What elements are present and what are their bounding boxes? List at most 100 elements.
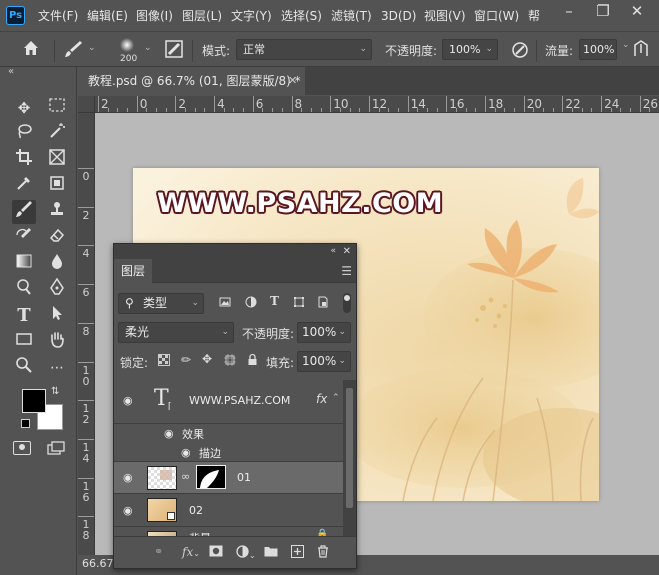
filter-toggle[interactable]: [343, 293, 351, 313]
menu-filter[interactable]: 滤镜(T): [331, 7, 372, 25]
path-selection-icon[interactable]: [45, 304, 69, 328]
zoom-readout[interactable]: 66.67: [82, 557, 114, 570]
mode-select[interactable]: 正常 ⌄: [236, 39, 372, 60]
layer-name[interactable]: WWW.PSAHZ.COM: [189, 394, 290, 407]
more-tools-icon[interactable]: ⋯: [45, 356, 69, 380]
adjustment-layer-icon[interactable]: ⌄: [236, 545, 256, 561]
menu-layer[interactable]: 图层(L): [182, 7, 222, 25]
layer-row-02[interactable]: ◉ 02: [114, 494, 343, 527]
close-icon[interactable]: ✕: [622, 0, 652, 24]
minimize-icon[interactable]: –: [554, 0, 584, 24]
opacity-field[interactable]: 100% ⌄: [442, 39, 498, 60]
object-selection-icon[interactable]: [45, 174, 69, 198]
move-tool-icon[interactable]: ✥: [12, 96, 36, 120]
blend-mode-select[interactable]: 柔光 ⌄: [118, 322, 234, 343]
new-group-icon[interactable]: [264, 545, 278, 560]
vertical-ruler[interactable]: 024681 01 21 41 61 82 0: [78, 113, 95, 555]
menu-help[interactable]: 帮: [528, 7, 540, 25]
home-icon[interactable]: [22, 39, 40, 60]
layer-filter-select[interactable]: ⚲ 类型 ⌄: [118, 293, 204, 314]
restore-icon[interactable]: ❐: [588, 0, 618, 24]
lock-transparent-icon[interactable]: [158, 354, 170, 369]
close-panel-icon[interactable]: ✕: [343, 244, 351, 259]
layer-name[interactable]: 02: [189, 504, 203, 517]
layer-list-scrollbar[interactable]: [343, 380, 356, 536]
visibility-eye-icon[interactable]: ◉: [123, 471, 133, 484]
history-brush-icon[interactable]: [12, 226, 36, 250]
lock-position-icon[interactable]: ✥: [202, 352, 212, 366]
layer-opacity-field[interactable]: 100% ⌄: [297, 322, 351, 343]
airbrush-icon[interactable]: [631, 39, 651, 62]
filter-pixel-icon[interactable]: [219, 296, 231, 311]
menu-select[interactable]: 选择(S): [281, 7, 322, 25]
dodge-tool-icon[interactable]: [12, 278, 36, 302]
eyedropper-tool-icon[interactable]: [12, 174, 36, 198]
collapse-toolbar-icon[interactable]: «: [8, 66, 14, 77]
menu-3d[interactable]: 3D(D): [381, 7, 416, 25]
lasso-tool-icon[interactable]: [12, 122, 36, 146]
layer-list[interactable]: ◉ T ⌈ WWW.PSAHZ.COM fx ⌃ ◉ 效果 ◉ 描边 ◉ ∞ 0…: [114, 380, 343, 536]
foreground-color-swatch[interactable]: [22, 389, 46, 413]
document-tab[interactable]: 教程.psd @ 66.7% (01, 图层蒙版/8) * ✕: [78, 67, 305, 95]
layers-panel[interactable]: « ✕ 图层 ☰ ⚲ 类型 ⌄ T 柔光 ⌄ 不透明度: 100% ⌄ 锁定: ✏ ✥: [113, 243, 357, 569]
collapse-panel-icon[interactable]: «: [330, 244, 336, 259]
layer-row-text[interactable]: ◉ T ⌈ WWW.PSAHZ.COM fx ⌃: [114, 380, 343, 424]
clone-stamp-icon[interactable]: [45, 200, 69, 224]
chevron-up-icon[interactable]: ⌃: [332, 393, 340, 403]
brush-settings-icon[interactable]: [164, 39, 184, 62]
fill-field[interactable]: 100% ⌄: [297, 351, 351, 372]
type-tool-icon[interactable]: T: [12, 304, 36, 328]
layer-thumbnail[interactable]: [147, 466, 177, 490]
magic-wand-icon[interactable]: [45, 122, 69, 146]
menu-file[interactable]: 文件(F): [38, 7, 78, 25]
visibility-eye-icon[interactable]: ◉: [123, 394, 133, 407]
layer-name[interactable]: 01: [237, 471, 251, 484]
new-layer-icon[interactable]: [291, 545, 304, 561]
default-colors-icon[interactable]: [21, 419, 30, 428]
menu-view[interactable]: 视图(V): [424, 7, 466, 25]
filter-adjustment-icon[interactable]: [245, 296, 257, 311]
ruler-origin[interactable]: [78, 96, 95, 113]
add-mask-icon[interactable]: [209, 545, 223, 560]
brush-tool-icon[interactable]: [64, 40, 84, 61]
chevron-down-icon[interactable]: ⌄: [144, 43, 152, 53]
filter-smartobject-icon[interactable]: [317, 296, 329, 311]
layer-mask-thumbnail[interactable]: [196, 465, 226, 489]
scrollbar-thumb[interactable]: [346, 388, 353, 508]
screen-mode-icon[interactable]: [47, 441, 65, 455]
pressure-opacity-icon[interactable]: [510, 40, 530, 63]
link-icon[interactable]: ∞: [181, 470, 190, 483]
gradient-tool-icon[interactable]: [12, 252, 36, 276]
horizontal-ruler[interactable]: 2 0 2 4 6 8 10 12 14 16 18 20 22 24 26: [95, 96, 659, 113]
menu-type[interactable]: 文字(Y): [231, 7, 272, 25]
close-tab-icon[interactable]: ✕: [288, 67, 297, 95]
visibility-eye-icon[interactable]: ◉: [123, 504, 133, 517]
layers-tab[interactable]: 图层: [114, 259, 152, 283]
layer-row-background[interactable]: ◉ 背景 🔒: [114, 527, 343, 536]
zoom-tool-icon[interactable]: [12, 356, 36, 380]
stroke-effect-row[interactable]: ◉ 描边: [114, 443, 343, 462]
eraser-tool-icon[interactable]: [45, 226, 69, 250]
stroke-eye-icon[interactable]: ◉: [181, 446, 191, 459]
panel-menu-icon[interactable]: ☰: [341, 264, 352, 278]
effects-eye-icon[interactable]: ◉: [164, 427, 174, 440]
lock-pixels-icon[interactable]: ✏: [181, 353, 191, 367]
menu-edit[interactable]: 编辑(E): [87, 7, 128, 25]
chevron-down-icon[interactable]: ⌄: [88, 43, 96, 53]
lock-artboard-icon[interactable]: [224, 354, 236, 369]
filter-type-icon[interactable]: T: [270, 294, 279, 308]
rectangle-tool-icon[interactable]: [12, 330, 36, 354]
brush-tool-icon[interactable]: [12, 200, 36, 224]
layer-thumbnail[interactable]: [147, 498, 177, 522]
delete-layer-icon[interactable]: [317, 545, 329, 561]
menu-window[interactable]: 窗口(W): [474, 7, 519, 25]
frame-tool-icon[interactable]: [45, 148, 69, 172]
layer-row-01[interactable]: ◉ ∞ 01: [114, 462, 343, 494]
add-layer-style-icon[interactable]: fx⌄: [182, 545, 200, 559]
pen-tool-icon[interactable]: [45, 277, 69, 302]
artboard-marquee-icon[interactable]: [45, 96, 69, 120]
effects-row[interactable]: ◉ 效果: [114, 424, 343, 443]
lock-all-icon[interactable]: [247, 353, 258, 369]
filter-shape-icon[interactable]: [293, 296, 305, 311]
layer-fx-badge[interactable]: fx: [316, 392, 327, 406]
